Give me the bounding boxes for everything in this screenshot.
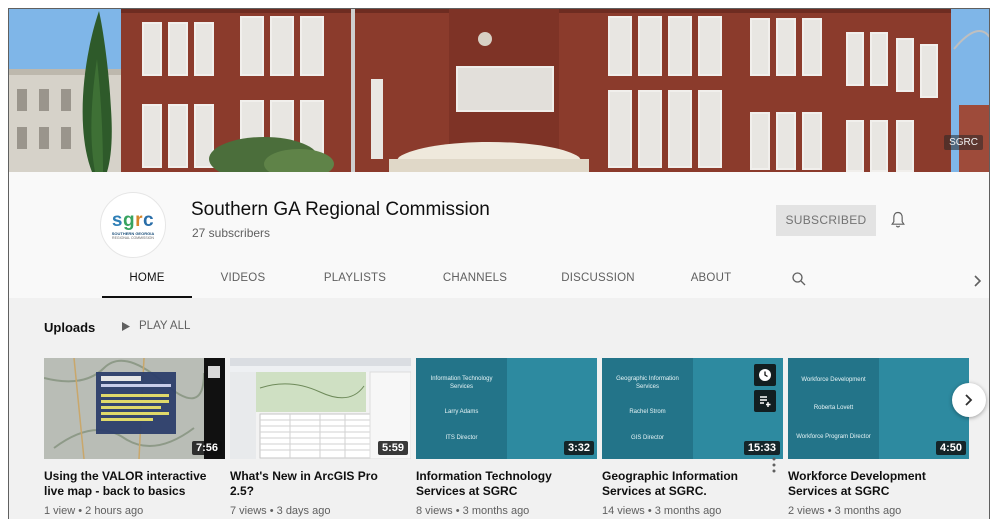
- video-thumbnail[interactable]: 5:59: [230, 358, 411, 459]
- tabs-scroll-right-icon[interactable]: [972, 274, 984, 288]
- banner-watermark: SGRC: [944, 135, 983, 150]
- tab-home[interactable]: HOME: [102, 258, 192, 298]
- channel-header: sgrc SOUTHERN GEORGIA REGIONAL COMMISSIO…: [9, 172, 989, 298]
- video-title[interactable]: Information Technology Services at SGRC: [416, 469, 591, 499]
- subscriber-count: 27 subscribers: [192, 226, 271, 240]
- video-card[interactable]: 7:56 Using the VALOR interactive live ma…: [44, 358, 225, 517]
- play-icon: [122, 321, 130, 331]
- shelf-next-button[interactable]: [952, 383, 986, 417]
- chevron-right-icon: [965, 394, 973, 406]
- video-thumbnail[interactable]: Geographic Information Services Rachel S…: [602, 358, 783, 459]
- channel-banner: SGRC: [9, 9, 989, 172]
- video-thumbnail[interactable]: Information Technology Services Larry Ad…: [416, 358, 597, 459]
- youtube-channel-page: SGRC sgrc SOUTHERN GEORGIA REGIONAL COMM…: [8, 8, 990, 519]
- tab-about[interactable]: ABOUT: [673, 258, 749, 298]
- video-card[interactable]: Workforce Development Roberta Lovett Wor…: [788, 358, 969, 517]
- video-metadata: 8 views • 3 months ago: [416, 505, 530, 517]
- channel-tabs: HOME VIDEOS PLAYLISTS CHANNELS DISCUSSIO…: [9, 258, 989, 298]
- video-metadata: 14 views • 3 months ago: [602, 505, 722, 517]
- video-metadata: 1 view • 2 hours ago: [44, 505, 144, 517]
- tab-playlists[interactable]: PLAYLISTS: [307, 258, 403, 298]
- uploads-section: Uploads PLAY ALL 7:56 Using the VALOR in…: [9, 298, 989, 519]
- video-duration: 15:33: [743, 441, 780, 455]
- video-duration: 3:32: [563, 441, 594, 455]
- tab-videos[interactable]: VIDEOS: [207, 258, 279, 298]
- video-duration: 4:50: [935, 441, 966, 455]
- subscribed-button[interactable]: SUBSCRIBED: [776, 205, 876, 236]
- slide-text: Geographic Information Services Rachel S…: [616, 375, 679, 442]
- slide-text: Workforce Development Roberta Lovett Wor…: [796, 377, 871, 440]
- add-to-queue-icon[interactable]: [754, 390, 776, 412]
- video-metadata: 7 views • 3 days ago: [230, 505, 331, 517]
- video-card[interactable]: 5:59 What's New in ArcGIS Pro 2.5? 7 vie…: [230, 358, 411, 517]
- video-duration: 5:59: [377, 441, 408, 455]
- video-title[interactable]: Using the VALOR interactive live map - b…: [44, 469, 219, 499]
- video-thumbnail[interactable]: Workforce Development Roberta Lovett Wor…: [788, 358, 969, 459]
- watch-later-clock-icon[interactable]: [754, 364, 776, 386]
- slide-text: Information Technology Services Larry Ad…: [430, 375, 493, 442]
- uploads-heading[interactable]: Uploads: [44, 320, 95, 335]
- video-title[interactable]: Workforce Development Services at SGRC: [788, 469, 963, 499]
- play-all-label: PLAY ALL: [139, 320, 191, 332]
- video-card[interactable]: Geographic Information Services Rachel S…: [602, 358, 783, 517]
- channel-avatar[interactable]: sgrc SOUTHERN GEORGIA REGIONAL COMMISSIO…: [100, 192, 166, 258]
- tab-channels[interactable]: CHANNELS: [427, 258, 523, 298]
- video-title[interactable]: Geographic Information Services at SGRC.: [602, 469, 777, 499]
- avatar-logo: sgrc: [111, 209, 155, 231]
- channel-title: Southern GA Regional Commission: [191, 199, 490, 220]
- video-metadata: 2 views • 3 months ago: [788, 505, 902, 517]
- notification-bell-icon[interactable]: [888, 210, 908, 230]
- tab-discussion[interactable]: DISCUSSION: [549, 258, 647, 298]
- video-card[interactable]: Information Technology Services Larry Ad…: [416, 358, 597, 517]
- video-duration: 7:56: [191, 441, 222, 455]
- play-all-button[interactable]: PLAY ALL: [121, 320, 190, 332]
- video-thumbnail[interactable]: 7:56: [44, 358, 225, 459]
- video-more-options-icon[interactable]: [772, 457, 776, 473]
- banner-image: [9, 9, 989, 172]
- video-title[interactable]: What's New in ArcGIS Pro 2.5?: [230, 469, 405, 499]
- avatar-logo-line2: REGIONAL COMMISSION: [112, 235, 154, 240]
- channel-search-icon[interactable]: [790, 270, 808, 288]
